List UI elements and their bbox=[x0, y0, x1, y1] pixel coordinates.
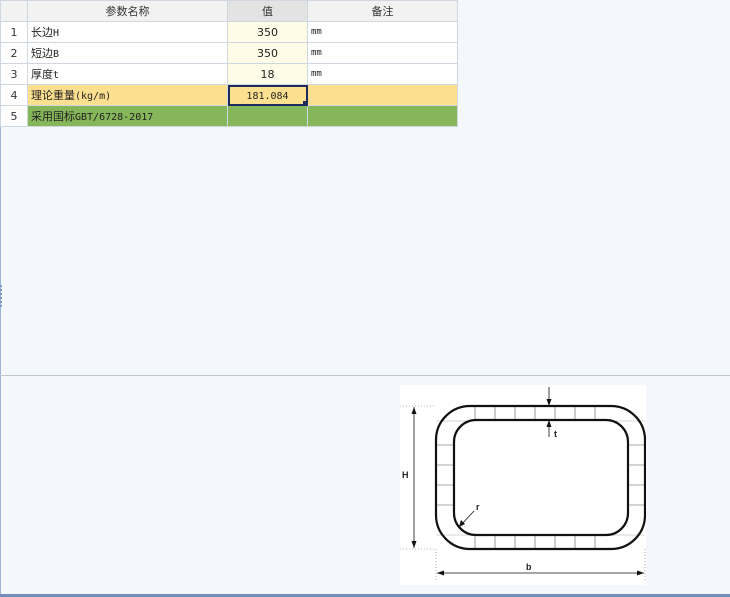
table-row: 5 采用国标GBT/6728-2017 bbox=[0, 105, 458, 127]
resize-grip[interactable] bbox=[0, 285, 2, 309]
selected-value-cell[interactable]: 181.084 bbox=[227, 84, 308, 106]
param-symbol: B bbox=[53, 49, 60, 60]
param-symbol: GBT/6728-2017 bbox=[75, 112, 154, 123]
param-name-cell[interactable]: 采用国标GBT/6728-2017 bbox=[27, 105, 228, 127]
param-note-cell[interactable]: mm bbox=[307, 42, 458, 64]
param-value-cell[interactable]: 350 bbox=[227, 21, 308, 43]
param-name-cell[interactable]: 厚度t bbox=[27, 63, 228, 85]
param-note-cell[interactable] bbox=[307, 84, 458, 106]
row-number[interactable]: 2 bbox=[0, 42, 28, 64]
arrow-left-icon bbox=[437, 570, 444, 576]
radius-label: r bbox=[476, 502, 480, 512]
param-note-cell[interactable] bbox=[307, 105, 458, 127]
param-value-cell[interactable]: 350 bbox=[227, 42, 308, 64]
table-row: 2 短边B 350 mm bbox=[0, 42, 458, 64]
arrow-right-icon bbox=[637, 570, 644, 576]
param-note-cell[interactable]: mm bbox=[307, 63, 458, 85]
row-number[interactable]: 5 bbox=[0, 105, 28, 127]
param-name-cell[interactable]: 短边B bbox=[27, 42, 228, 64]
fill-handle[interactable] bbox=[303, 101, 307, 105]
parameter-table: 参数名称 值 备注 1 长边H 350 mm 2 短边B 350 mm 3 厚度… bbox=[0, 0, 458, 127]
pane-splitter[interactable] bbox=[0, 375, 730, 376]
column-header-value[interactable]: 值 bbox=[227, 0, 308, 22]
row-number[interactable]: 1 bbox=[0, 21, 28, 43]
param-symbol: (kg/m) bbox=[75, 91, 112, 102]
table-row: 4 理论重量(kg/m) 181.084 bbox=[0, 84, 458, 106]
row-number[interactable]: 3 bbox=[0, 63, 28, 85]
height-label: H bbox=[402, 470, 409, 480]
param-name-cell[interactable]: 理论重量(kg/m) bbox=[27, 84, 228, 106]
row-number[interactable]: 4 bbox=[0, 84, 28, 106]
param-name-label: 长边 bbox=[31, 26, 53, 39]
param-symbol: t bbox=[53, 70, 60, 81]
column-header-name[interactable]: 参数名称 bbox=[27, 0, 228, 22]
arrow-down-icon bbox=[411, 541, 417, 548]
rectangular-tube-drawing: H b t r bbox=[400, 387, 646, 580]
section-diagram: H b t r bbox=[400, 385, 646, 585]
inner-wall bbox=[452, 418, 630, 537]
width-label: b bbox=[526, 562, 532, 572]
param-name-label: 厚度 bbox=[31, 68, 53, 81]
thickness-label: t bbox=[554, 429, 557, 439]
param-name-label: 短边 bbox=[31, 47, 53, 60]
param-note-cell[interactable]: mm bbox=[307, 21, 458, 43]
param-name-label: 理论重量 bbox=[31, 89, 75, 102]
weight-value: 181.084 bbox=[246, 90, 289, 102]
column-header-note[interactable]: 备注 bbox=[307, 0, 458, 22]
table-row: 3 厚度t 18 mm bbox=[0, 63, 458, 85]
header-row: 参数名称 值 备注 bbox=[0, 0, 458, 22]
table-row: 1 长边H 350 mm bbox=[0, 21, 458, 43]
param-symbol: H bbox=[53, 28, 60, 39]
param-value-cell[interactable]: 18 bbox=[227, 63, 308, 85]
corner-cell[interactable] bbox=[0, 0, 28, 22]
param-name-cell[interactable]: 长边H bbox=[27, 21, 228, 43]
param-value-cell[interactable] bbox=[227, 105, 308, 127]
arrow-up-icon bbox=[411, 407, 417, 414]
param-name-label: 采用国标 bbox=[31, 110, 75, 123]
